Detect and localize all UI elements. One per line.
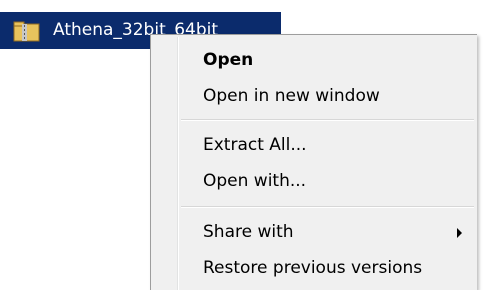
- menu-item-open-with[interactable]: Open with...: [154, 165, 472, 198]
- menu-item-label: Restore previous versions: [203, 258, 423, 278]
- menu-item-label: Open: [203, 50, 254, 70]
- menu-separator: [181, 119, 474, 121]
- menu-item-label: Share with: [203, 222, 294, 242]
- zip-folder-icon: [13, 21, 41, 42]
- context-menu: Open Open in new window Extract All... O…: [150, 34, 477, 290]
- menu-separator: [181, 206, 474, 208]
- menu-item-label: Open with...: [203, 171, 307, 191]
- menu-item-open[interactable]: Open: [154, 44, 472, 77]
- menu-item-extract-all[interactable]: Extract All...: [154, 129, 472, 162]
- menu-item-share-with[interactable]: Share with: [154, 216, 472, 249]
- menu-item-open-in-new-window[interactable]: Open in new window: [154, 80, 472, 113]
- submenu-arrow-icon: [457, 228, 462, 238]
- menu-item-label: Open in new window: [203, 86, 380, 106]
- menu-item-label: Extract All...: [203, 135, 307, 155]
- menu-item-restore-previous-versions[interactable]: Restore previous versions: [154, 252, 472, 285]
